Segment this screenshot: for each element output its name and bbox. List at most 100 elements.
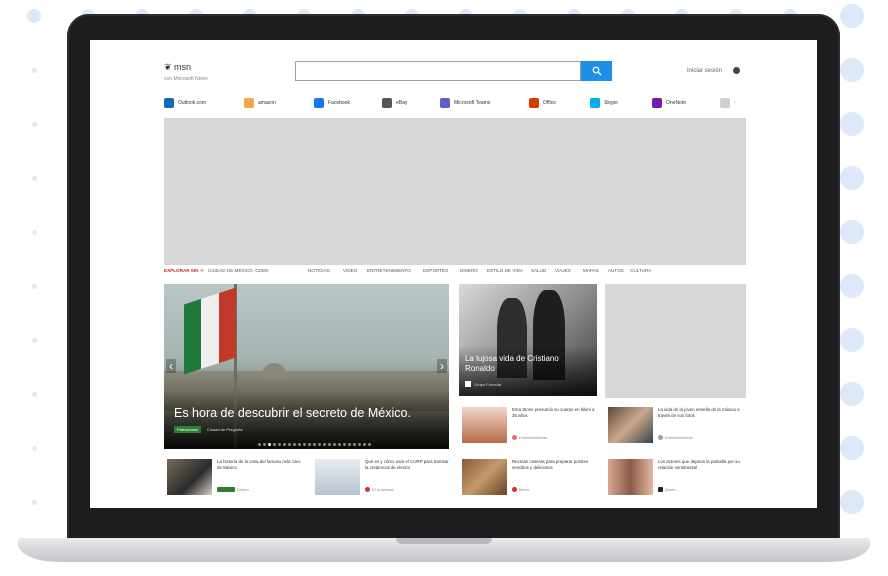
- logo-subtitle: con Microsoft News: [164, 76, 208, 82]
- carousel-dot[interactable]: [263, 443, 266, 446]
- news-card[interactable]: Ema Stone presumió su cuerpo en bikini a…: [459, 404, 599, 447]
- quick-link[interactable]: OneNote: [652, 98, 686, 108]
- category-item[interactable]: CULTURA: [630, 268, 651, 273]
- category-item[interactable]: VIDEO: [343, 268, 357, 273]
- carousel-dot[interactable]: [333, 443, 336, 446]
- quick-link[interactable]: Microsoft Teams: [440, 98, 490, 108]
- category-item[interactable]: SALUD: [531, 268, 546, 273]
- source-logo-icon: [512, 487, 517, 492]
- browser-screen: ❦ msn con Microsoft News Iniciar sesión …: [90, 40, 817, 508]
- news-meta: Menú: [512, 487, 529, 492]
- carousel-dot[interactable]: [293, 443, 296, 446]
- category-item[interactable]: DINERO: [460, 268, 478, 273]
- carousel-dot[interactable]: [318, 443, 321, 446]
- news-card[interactable]: Recetas caseras para preparar postres se…: [459, 456, 599, 499]
- news-card[interactable]: Los actores que dejaron la pantalla por …: [605, 456, 745, 499]
- category-item[interactable]: AUTOS: [608, 268, 624, 273]
- background-dot: [31, 67, 37, 73]
- side-advertisement[interactable]: [605, 284, 746, 398]
- carousel-dot[interactable]: [338, 443, 341, 446]
- hero-carousel[interactable]: Es hora de descubrir el secreto de Méxic…: [164, 284, 449, 449]
- news-headline[interactable]: Ema Stone presumió su cuerpo en bikini a…: [512, 407, 597, 419]
- category-item[interactable]: DEPORTES: [423, 268, 448, 273]
- settings-icon[interactable]: [733, 67, 740, 74]
- carousel-dot[interactable]: [363, 443, 366, 446]
- background-dot: [31, 337, 37, 343]
- background-dot: [840, 220, 864, 244]
- mexico-flag-image: [184, 287, 236, 375]
- category-item[interactable]: NOTICIAS: [308, 268, 330, 273]
- skype-icon: [590, 98, 600, 108]
- carousel-dot[interactable]: [348, 443, 351, 446]
- carousel-dot[interactable]: [323, 443, 326, 446]
- carousel-dot[interactable]: [258, 443, 261, 446]
- background-dot: [840, 274, 864, 298]
- background-dot: [840, 490, 864, 514]
- background-dot: [31, 445, 37, 451]
- news-meta: Entretenimiento: [512, 435, 547, 440]
- news-headline[interactable]: La vida de la joven estrella de la músic…: [658, 407, 743, 419]
- quick-link[interactable]: eBay: [382, 98, 407, 108]
- cathedral-dome-image: [262, 363, 286, 379]
- background-dot: [31, 175, 37, 181]
- news-headline[interactable]: Qué es y cómo usar el CURP para tramitar…: [365, 459, 450, 471]
- news-meta: El Universal: [365, 487, 393, 492]
- feature-source: Grupo Fórmula: [474, 382, 501, 387]
- news-card[interactable]: La vida de la joven estrella de la músic…: [605, 404, 745, 447]
- carousel-dot[interactable]: [288, 443, 291, 446]
- outlook-icon: [164, 98, 174, 108]
- carousel-dot[interactable]: [308, 443, 311, 446]
- category-highlight[interactable]: EXPLORAR SIN: [164, 268, 198, 273]
- news-card[interactable]: La historia de la casa del famoso más ca…: [164, 456, 304, 499]
- feature-story-card[interactable]: La lujosa vida de Cristiano Ronaldo Grup…: [459, 284, 597, 396]
- carousel-dot[interactable]: [328, 443, 331, 446]
- carousel-dot[interactable]: [353, 443, 356, 446]
- feature-title[interactable]: La lujosa vida de Cristiano Ronaldo: [465, 354, 585, 374]
- carousel-dot[interactable]: [283, 443, 286, 446]
- carousel-dot[interactable]: [358, 443, 361, 446]
- carousel-dot[interactable]: [368, 443, 371, 446]
- news-meta: Dinero: [217, 487, 249, 492]
- carousel-dot[interactable]: [343, 443, 346, 446]
- news-headline[interactable]: La historia de la casa del famoso más ca…: [217, 459, 302, 471]
- quick-links-bar: Outlook.com amazon Facebook eBay Microso…: [164, 98, 764, 110]
- quick-link[interactable]: amazon: [244, 98, 276, 108]
- carousel-next-button[interactable]: ›: [437, 359, 447, 373]
- category-item[interactable]: MAPAS: [583, 268, 599, 273]
- quick-link[interactable]: Facebook: [314, 98, 350, 108]
- carousel-prev-button[interactable]: ‹: [166, 359, 176, 373]
- butterfly-icon: ❦: [164, 62, 175, 72]
- source-logo-icon: [217, 487, 235, 492]
- category-location[interactable]: CIUDAD DE MÉXICO, CDMX: [208, 268, 269, 273]
- news-headline[interactable]: Recetas caseras para preparar postres se…: [512, 459, 597, 471]
- quick-link[interactable]: Outlook.com: [164, 98, 206, 108]
- carousel-dot[interactable]: [273, 443, 276, 446]
- news-headline[interactable]: Los actores que dejaron la pantalla por …: [658, 459, 743, 471]
- chevron-right-icon: ›: [734, 100, 736, 106]
- category-item[interactable]: ENTRETENIMIENTO: [367, 268, 411, 273]
- source-logo-icon: [465, 381, 471, 387]
- carousel-dot[interactable]: [303, 443, 306, 446]
- background-dot: [31, 283, 37, 289]
- news-thumbnail: [608, 459, 653, 495]
- search-input[interactable]: [295, 61, 581, 81]
- quick-link[interactable]: Skype: [590, 98, 618, 108]
- carousel-dot[interactable]: [298, 443, 301, 446]
- carousel-dot-active[interactable]: [268, 443, 271, 446]
- facebook-icon: [314, 98, 324, 108]
- more-links-button[interactable]: ›: [720, 98, 736, 108]
- hero-title[interactable]: Es hora de descubrir el secreto de Méxic…: [174, 406, 411, 420]
- carousel-dot[interactable]: [313, 443, 316, 446]
- quick-link[interactable]: Office: [529, 98, 556, 108]
- news-card[interactable]: Qué es y cómo usar el CURP para tramitar…: [312, 456, 452, 499]
- teams-icon: [440, 98, 450, 108]
- category-item[interactable]: VIAJES: [555, 268, 571, 273]
- search-button[interactable]: [581, 61, 612, 81]
- carousel-dot[interactable]: [278, 443, 281, 446]
- msn-logo[interactable]: ❦ msn: [164, 62, 191, 73]
- background-dot: [840, 112, 864, 136]
- sign-in-link[interactable]: Iniciar sesión: [687, 68, 722, 74]
- category-item[interactable]: ESTILO DE VIDA: [487, 268, 523, 273]
- advertisement-banner[interactable]: [164, 118, 746, 265]
- source-logo-icon: [658, 435, 663, 440]
